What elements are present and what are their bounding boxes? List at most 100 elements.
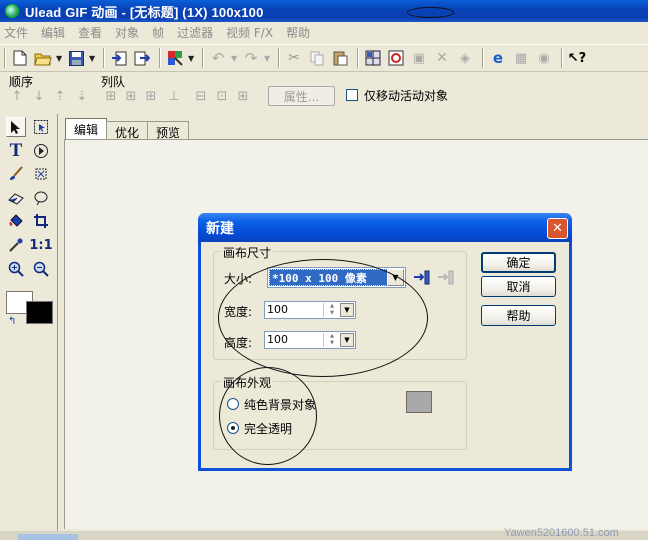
arrow-select-tool-icon[interactable] xyxy=(6,117,26,137)
import-icon[interactable] xyxy=(109,48,129,68)
tab-optimize[interactable]: 优化 xyxy=(106,121,149,140)
height-stepper[interactable]: 100 ▲ ▼ ▼ xyxy=(264,331,356,349)
palette-dropdown-icon[interactable]: ▼ xyxy=(188,54,195,63)
align-right-icon[interactable]: ⊞ xyxy=(143,89,159,105)
cut-icon[interactable]: ✂ xyxy=(284,48,304,68)
new-dialog: 新建 ✕ 画布尺寸 大小: *100 x 100 像素 ▼ 宽度: 100 ▲ ▼… xyxy=(198,213,572,471)
bring-forward-icon[interactable]: ↑ xyxy=(9,89,25,105)
menu-edit[interactable]: 编辑 xyxy=(41,24,65,41)
text-tool-icon[interactable]: T xyxy=(6,140,26,161)
transform-tool-icon[interactable] xyxy=(31,141,51,161)
width-stepper[interactable]: 100 ▲ ▼ ▼ xyxy=(264,301,356,319)
toolbar-separator xyxy=(357,48,359,68)
optimize-icon[interactable]: ▦ xyxy=(511,48,531,68)
zoom-in-tool-icon[interactable] xyxy=(6,259,26,279)
send-to-back-icon[interactable]: ⇣ xyxy=(74,89,90,105)
menu-object[interactable]: 对象 xyxy=(115,24,139,41)
align-center-icon[interactable]: ⊞ xyxy=(123,89,139,105)
effect-icon[interactable]: ◈ xyxy=(455,48,475,68)
zoom-out-tool-icon[interactable] xyxy=(31,259,51,279)
align-bottom-icon[interactable]: ⊡ xyxy=(214,89,230,105)
ok-button[interactable]: 确定 xyxy=(481,252,556,273)
menu-filter[interactable]: 过滤器 xyxy=(177,24,213,41)
attributes-button[interactable]: 属性... xyxy=(268,86,335,106)
actual-size-tool-icon[interactable]: 1:1 xyxy=(29,235,52,255)
help-button[interactable]: 帮助 xyxy=(481,305,556,326)
move-active-only-label: 仅移动活动对象 xyxy=(364,89,449,103)
web-icon[interactable]: ◉ xyxy=(534,48,554,68)
copy-icon[interactable] xyxy=(307,48,327,68)
height-label: 高度: xyxy=(224,336,253,350)
width-dropdown-icon[interactable]: ▼ xyxy=(340,303,354,317)
undo-dropdown-icon[interactable]: ▼ xyxy=(231,54,238,63)
menu-file[interactable]: 文件 xyxy=(4,24,28,41)
height-value: 100 xyxy=(267,333,288,346)
width-label: 宽度: xyxy=(224,305,253,319)
context-help-icon[interactable]: ↖? xyxy=(567,48,587,68)
tab-preview[interactable]: 预览 xyxy=(147,121,190,140)
undo-icon[interactable]: ↶ xyxy=(208,48,228,68)
eyedropper-tool-icon[interactable] xyxy=(6,235,26,255)
align-label: 列队 xyxy=(101,75,126,89)
open-dropdown-icon[interactable]: ▼ xyxy=(56,54,63,63)
distribute-icon[interactable]: ⊞ xyxy=(235,89,251,105)
size-select[interactable]: *100 x 100 像素 ▼ xyxy=(267,267,406,288)
order-label: 顺序 xyxy=(9,75,34,89)
add-size-icon[interactable] xyxy=(413,270,431,288)
menu-view[interactable]: 查看 xyxy=(78,24,102,41)
add-image-icon[interactable]: ▣ xyxy=(409,48,429,68)
transparent-label: 完全透明 xyxy=(244,422,293,436)
chevron-down-icon[interactable]: ▼ xyxy=(387,269,404,286)
toolbar-separator xyxy=(159,48,161,68)
send-backward-icon[interactable]: ↓ xyxy=(31,89,47,105)
brush-tool-icon[interactable] xyxy=(6,164,26,184)
marquee-tool-icon[interactable] xyxy=(31,117,51,137)
paste-icon[interactable] xyxy=(330,48,350,68)
background-color-picker[interactable] xyxy=(406,391,432,413)
swap-colors-icon[interactable]: ↰ xyxy=(8,316,16,327)
tools-panel: T 1:1 ↰ xyxy=(0,114,58,540)
menu-bar: 文件 编辑 查看 对象 帧 过滤器 视频 F/X 帮助 xyxy=(0,22,648,42)
move-active-only-checkbox[interactable] xyxy=(346,89,358,101)
save-dropdown-icon[interactable]: ▼ xyxy=(89,54,96,63)
browser-preview-icon[interactable]: e xyxy=(488,48,508,68)
open-folder-icon[interactable] xyxy=(33,48,53,68)
size-label: 大小: xyxy=(224,272,253,286)
crop-tool-icon[interactable] xyxy=(31,211,51,231)
transparent-radio[interactable] xyxy=(227,422,239,434)
width-spin-buttons[interactable]: ▲ ▼ xyxy=(323,303,340,317)
background-color-swatch[interactable] xyxy=(26,301,53,324)
toolbar-separator xyxy=(4,48,6,68)
height-spin-buttons[interactable]: ▲ ▼ xyxy=(323,333,340,347)
ellipse-select-tool-icon[interactable] xyxy=(31,188,51,208)
annotation-oval xyxy=(407,7,454,18)
tab-edit[interactable]: 编辑 xyxy=(65,118,108,140)
view-tabs: 编辑 优化 预览 xyxy=(65,118,190,140)
eraser-tool-icon[interactable] xyxy=(6,188,26,208)
delete-frame-icon[interactable] xyxy=(386,48,406,68)
menu-frame[interactable]: 帧 xyxy=(152,24,164,41)
remove-size-icon[interactable] xyxy=(437,270,455,288)
redo-icon[interactable]: ↷ xyxy=(241,48,261,68)
redo-dropdown-icon[interactable]: ▼ xyxy=(264,54,271,63)
cancel-button[interactable]: 取消 xyxy=(481,276,556,297)
menu-video-fx[interactable]: 视频 F/X xyxy=(226,24,273,41)
close-icon[interactable]: ✕ xyxy=(547,218,568,239)
align-top-icon[interactable]: ⊥ xyxy=(166,89,182,105)
frame-grid-icon[interactable] xyxy=(363,48,383,68)
export-icon[interactable] xyxy=(132,48,152,68)
tween-icon[interactable]: ✕ xyxy=(432,48,452,68)
align-middle-icon[interactable]: ⊟ xyxy=(193,89,209,105)
menu-help[interactable]: 帮助 xyxy=(286,24,310,41)
align-left-icon[interactable]: ⊞ xyxy=(103,89,119,105)
save-icon[interactable] xyxy=(66,48,86,68)
fill-tool-icon[interactable] xyxy=(6,211,26,231)
paint-palette-icon[interactable] xyxy=(165,48,185,68)
new-file-icon[interactable] xyxy=(10,48,30,68)
scroll-thumb[interactable] xyxy=(18,534,78,540)
bring-to-front-icon[interactable]: ⇡ xyxy=(52,89,68,105)
dialog-title: 新建 xyxy=(206,220,234,237)
lasso-tool-icon[interactable] xyxy=(31,164,51,184)
height-dropdown-icon[interactable]: ▼ xyxy=(340,333,354,347)
solid-background-radio[interactable] xyxy=(227,398,239,410)
